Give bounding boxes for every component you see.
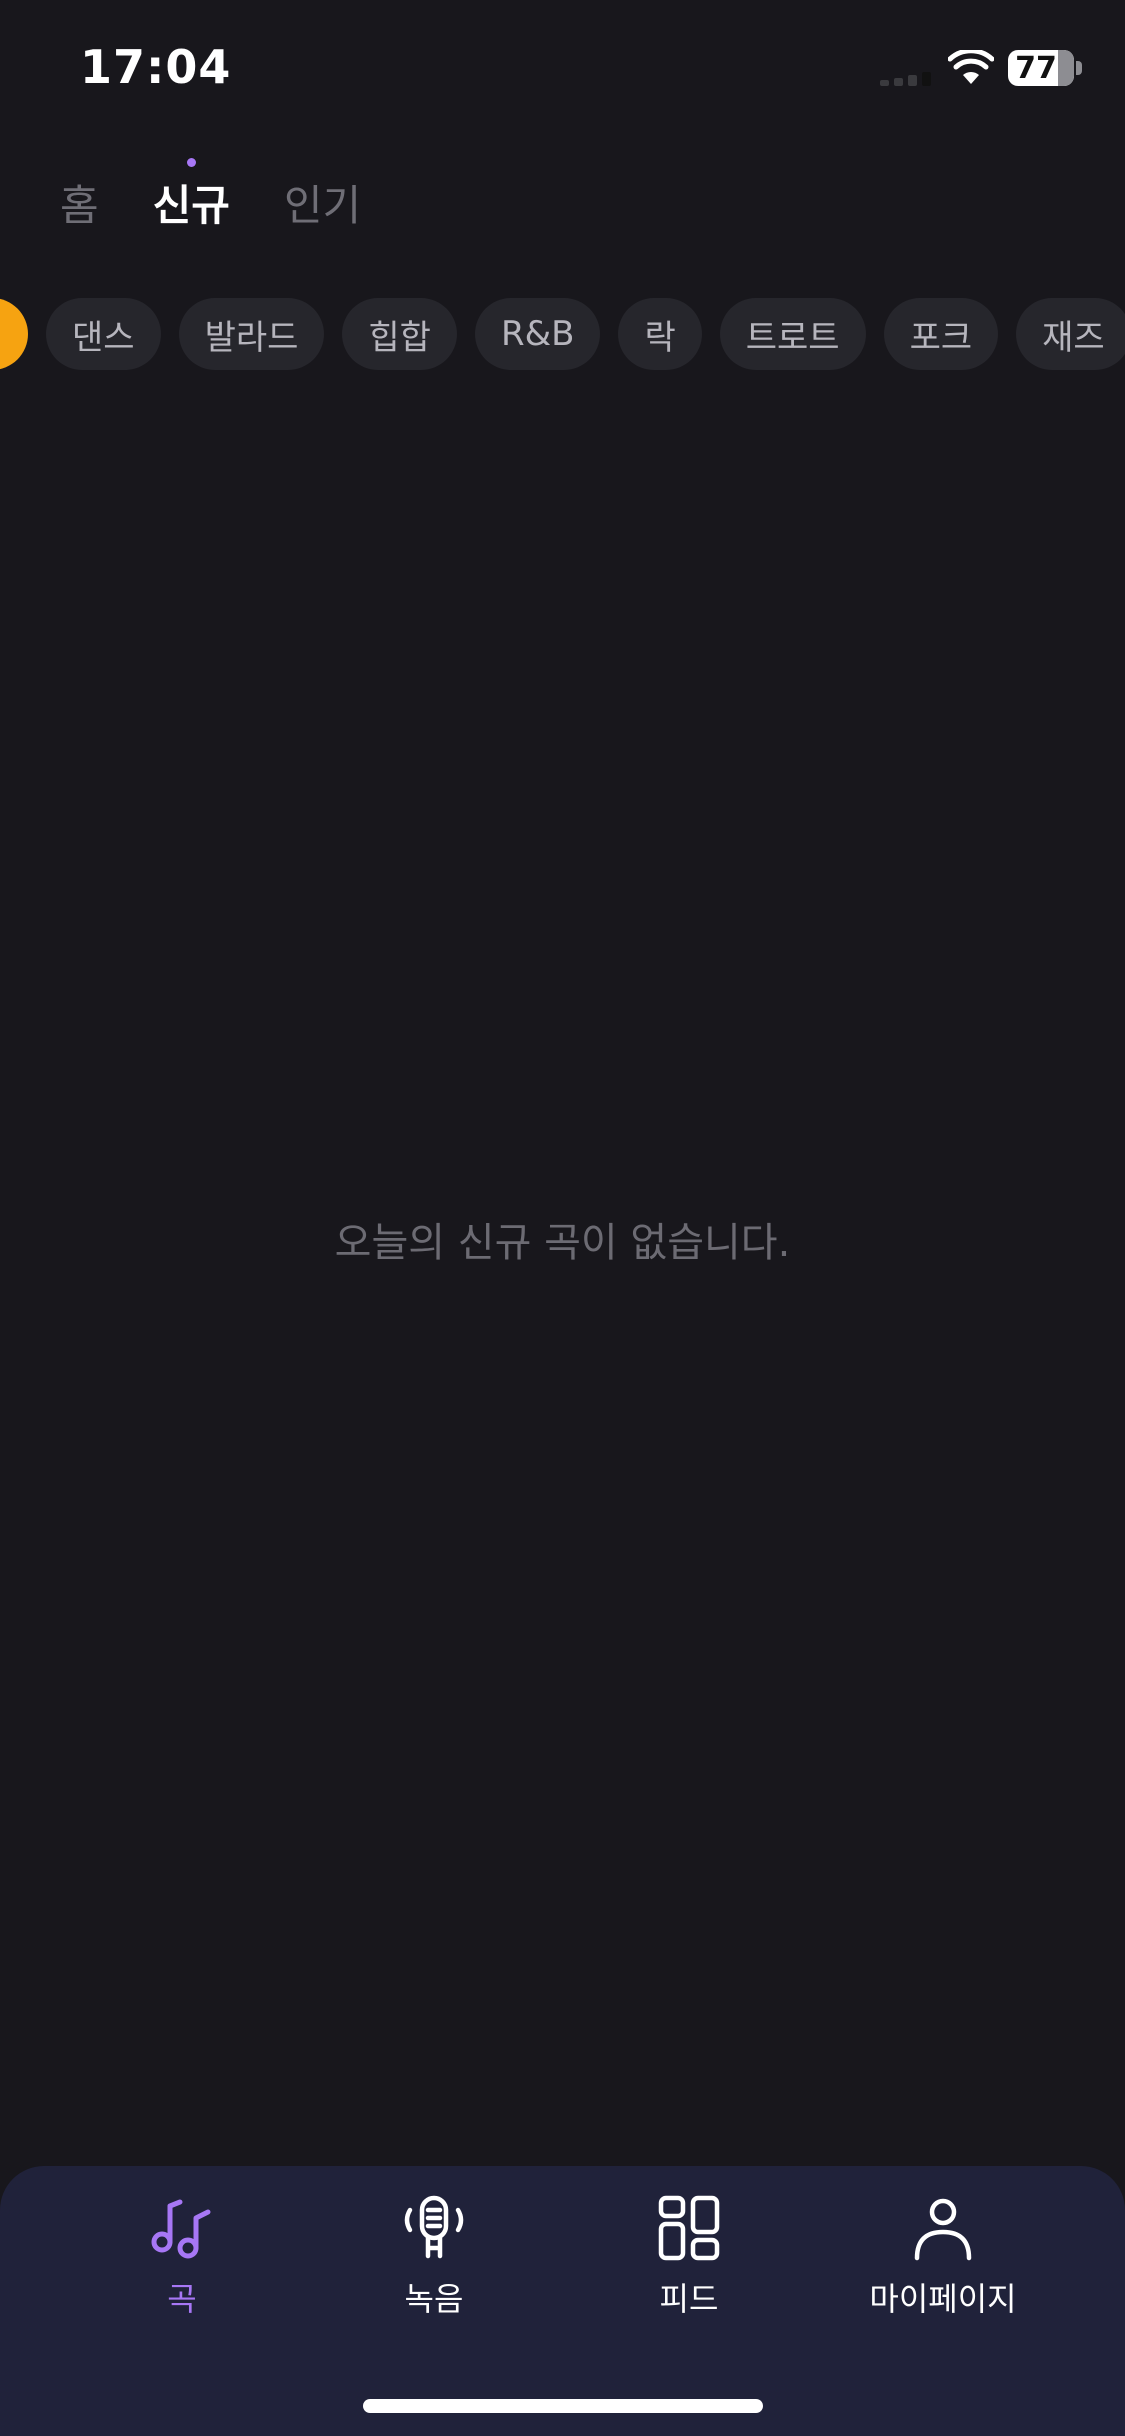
battery-tip [1076, 61, 1082, 75]
wifi-icon [948, 50, 994, 84]
top-tabs: 홈 신규 인기 [60, 158, 361, 260]
genre-chip-rnb[interactable]: R&B [474, 298, 601, 370]
empty-state-message: 오늘의 신규 곡이 없습니다. [334, 1220, 791, 1266]
tab-popular-label: 인기 [283, 181, 362, 230]
music-note-icon [151, 2199, 211, 2259]
genre-chip-jazz[interactable]: 재즈 [1016, 298, 1125, 370]
bottom-nav: 곡 녹음 피드 마이페이지 [0, 2166, 1125, 2436]
home-indicator[interactable] [363, 2399, 763, 2413]
genre-chip-rock[interactable]: 락 [618, 298, 702, 370]
genre-chip-trot[interactable]: 트로트 [719, 298, 866, 370]
genre-filter-row[interactable]: 댄스 발라드 힙합 R&B 락 트로트 포크 재즈 [0, 298, 1125, 374]
genre-chip-track: 댄스 발라드 힙합 R&B 락 트로트 포크 재즈 [0, 298, 1125, 370]
nav-label-songs: 곡 [167, 2280, 197, 2318]
nav-item-record[interactable]: 녹음 [304, 2192, 564, 2320]
genre-chip-selected[interactable] [0, 298, 28, 370]
genre-chip-hiphop[interactable]: 힙합 [342, 298, 457, 370]
status-time: 17:04 [80, 40, 232, 94]
microphone-icon [404, 2195, 464, 2259]
nav-item-mypage[interactable]: 마이페이지 [813, 2192, 1073, 2320]
status-bar: 17:04 77 [0, 0, 1125, 140]
nav-item-feed[interactable]: 피드 [559, 2192, 819, 2320]
grid-icon [658, 2195, 720, 2261]
tab-new[interactable]: 신규 [152, 158, 230, 260]
genre-chip-ballad[interactable]: 발라드 [178, 298, 325, 370]
tab-new-label: 신규 [152, 181, 230, 230]
cellular-signal-icon [880, 66, 936, 86]
genre-chip-dance[interactable]: 댄스 [46, 298, 161, 370]
battery-level-text: 77 [1015, 50, 1057, 86]
active-tab-indicator [187, 158, 197, 167]
person-icon [914, 2198, 972, 2261]
nav-label-mypage: 마이페이지 [869, 2280, 1017, 2318]
tab-home[interactable]: 홈 [60, 170, 99, 260]
nav-label-feed: 피드 [659, 2280, 719, 2318]
tab-home-label: 홈 [60, 181, 99, 230]
tab-popular[interactable]: 인기 [284, 170, 361, 260]
battery-icon: 77 [1008, 50, 1074, 86]
genre-chip-folk[interactable]: 포크 [883, 298, 999, 370]
nav-label-record: 녹음 [404, 2280, 464, 2318]
nav-item-songs[interactable]: 곡 [52, 2192, 312, 2320]
